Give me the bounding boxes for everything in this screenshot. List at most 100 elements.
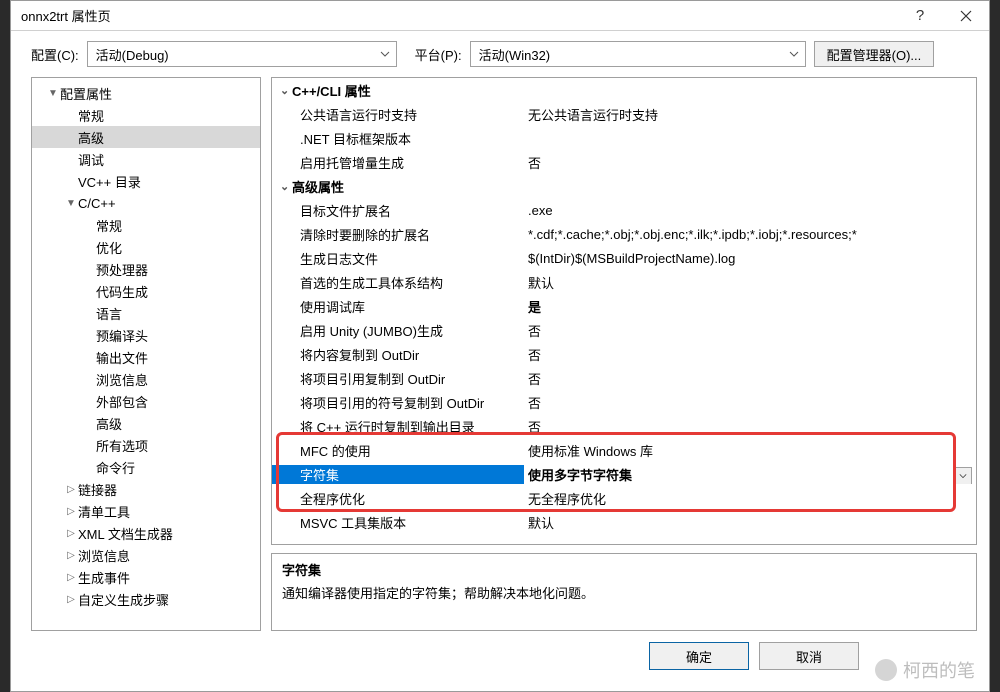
property-name: 字符集 <box>272 465 524 484</box>
tree-item[interactable]: 高级 <box>32 412 260 434</box>
property-grid[interactable]: ⌄C++/CLI 属性公共语言运行时支持无公共语言运行时支持.NET 目标框架版… <box>271 77 977 545</box>
property-name: 启用 Unity (JUMBO)生成 <box>272 321 524 340</box>
tree-item[interactable]: 外部包含 <box>32 390 260 412</box>
collapse-icon[interactable]: ⌄ <box>272 84 288 97</box>
property-value[interactable]: 默认 <box>524 273 976 292</box>
expanded-icon[interactable]: ▼ <box>64 198 78 209</box>
property-name: 启用托管增量生成 <box>272 153 524 172</box>
property-value[interactable]: 默认 <box>524 513 976 532</box>
property-value[interactable]: 使用多字节字符集 <box>524 465 976 484</box>
property-row[interactable]: 启用 Unity (JUMBO)生成否 <box>272 318 976 342</box>
dropdown-button[interactable] <box>954 467 972 484</box>
tree-item-label: 自定义生成步骤 <box>78 590 169 609</box>
tree-item[interactable]: ▼C/C++ <box>32 192 260 214</box>
tree-item[interactable]: 常规 <box>32 104 260 126</box>
category-label: C++/CLI 属性 <box>288 81 528 100</box>
help-title: 字符集 <box>282 560 966 579</box>
tree-item[interactable]: 所有选项 <box>32 434 260 456</box>
ok-button[interactable]: 确定 <box>649 642 749 670</box>
collapsed-icon[interactable]: ▷ <box>64 528 78 539</box>
tree-item-label: 调试 <box>78 150 104 169</box>
tree-item[interactable]: ▼配置属性 <box>32 82 260 104</box>
property-value[interactable]: 无全程序优化 <box>524 489 976 508</box>
config-manager-button[interactable]: 配置管理器(O)... <box>814 41 935 67</box>
property-row[interactable]: 将内容复制到 OutDir否 <box>272 342 976 366</box>
collapsed-icon[interactable]: ▷ <box>64 484 78 495</box>
property-value[interactable]: 否 <box>524 345 976 364</box>
property-value[interactable]: 否 <box>524 153 976 172</box>
tree-item[interactable]: 命令行 <box>32 456 260 478</box>
property-row[interactable]: 将项目引用的符号复制到 OutDir否 <box>272 390 976 414</box>
collapsed-icon[interactable]: ▷ <box>64 506 78 517</box>
main-area: ▼配置属性常规高级调试VC++ 目录▼C/C++常规优化预处理器代码生成语言预编… <box>11 77 989 631</box>
property-row[interactable]: 启用托管增量生成否 <box>272 150 976 174</box>
collapsed-icon[interactable]: ▷ <box>64 572 78 583</box>
tree-item[interactable]: VC++ 目录 <box>32 170 260 192</box>
tree-item-label: 常规 <box>78 106 104 125</box>
property-row[interactable]: 生成日志文件$(IntDir)$(MSBuildProjectName).log <box>272 246 976 270</box>
collapse-icon[interactable]: ⌄ <box>272 180 288 193</box>
collapsed-icon[interactable]: ▷ <box>64 550 78 561</box>
close-button[interactable] <box>943 1 989 31</box>
help-button[interactable]: ? <box>897 1 943 31</box>
property-value[interactable]: 否 <box>524 321 976 340</box>
cancel-button[interactable]: 取消 <box>759 642 859 670</box>
tree-item[interactable]: 常规 <box>32 214 260 236</box>
tree-item[interactable]: ▷链接器 <box>32 478 260 500</box>
tree-item-label: 高级 <box>96 414 122 433</box>
tree-item[interactable]: 预处理器 <box>32 258 260 280</box>
expanded-icon[interactable]: ▼ <box>46 88 60 99</box>
property-category[interactable]: ⌄C++/CLI 属性 <box>272 78 976 102</box>
tree-item[interactable]: 高级 <box>32 126 260 148</box>
property-row[interactable]: 公共语言运行时支持无公共语言运行时支持 <box>272 102 976 126</box>
property-row[interactable]: 使用调试库是 <box>272 294 976 318</box>
dialog-footer: 确定 取消 应用 <box>11 631 989 681</box>
tree-item-label: 语言 <box>96 304 122 323</box>
tree-item[interactable]: ▷生成事件 <box>32 566 260 588</box>
property-value[interactable]: 使用标准 Windows 库 <box>524 441 976 460</box>
property-row[interactable]: 将项目引用复制到 OutDir否 <box>272 366 976 390</box>
category-tree[interactable]: ▼配置属性常规高级调试VC++ 目录▼C/C++常规优化预处理器代码生成语言预编… <box>31 77 261 631</box>
property-row[interactable]: 清除时要删除的扩展名*.cdf;*.cache;*.obj;*.obj.enc;… <box>272 222 976 246</box>
help-description: 通知编译器使用指定的字符集；帮助解决本地化问题。 <box>282 583 966 602</box>
tree-item[interactable]: 优化 <box>32 236 260 258</box>
property-value[interactable]: 否 <box>524 369 976 388</box>
property-name: 将内容复制到 OutDir <box>272 345 524 364</box>
config-value: 活动(Debug) <box>96 45 380 64</box>
property-category[interactable]: ⌄高级属性 <box>272 174 976 198</box>
property-row[interactable]: .NET 目标框架版本 <box>272 126 976 150</box>
property-value[interactable]: 无公共语言运行时支持 <box>524 105 976 124</box>
property-value[interactable]: 否 <box>524 417 976 436</box>
property-row[interactable]: MSVC 工具集版本默认 <box>272 510 976 534</box>
tree-item[interactable]: 代码生成 <box>32 280 260 302</box>
property-value[interactable]: $(IntDir)$(MSBuildProjectName).log <box>524 251 976 266</box>
property-row[interactable]: 字符集使用多字节字符集 <box>272 462 976 486</box>
tree-item[interactable]: ▷自定义生成步骤 <box>32 588 260 610</box>
property-row[interactable]: 目标文件扩展名.exe <box>272 198 976 222</box>
tree-item[interactable]: 调试 <box>32 148 260 170</box>
collapsed-icon[interactable]: ▷ <box>64 594 78 605</box>
property-row[interactable]: 首选的生成工具体系结构默认 <box>272 270 976 294</box>
tree-item[interactable]: 语言 <box>32 302 260 324</box>
tree-item[interactable]: 预编译头 <box>32 324 260 346</box>
platform-combo[interactable]: 活动(Win32) <box>470 41 806 67</box>
tree-item[interactable]: ▷XML 文档生成器 <box>32 522 260 544</box>
tree-item[interactable]: 输出文件 <box>32 346 260 368</box>
help-panel: 字符集 通知编译器使用指定的字符集；帮助解决本地化问题。 <box>271 553 977 631</box>
chevron-down-icon <box>380 49 390 59</box>
tree-item[interactable]: 浏览信息 <box>32 368 260 390</box>
property-value[interactable]: *.cdf;*.cache;*.obj;*.obj.enc;*.ilk;*.ip… <box>524 227 976 242</box>
property-value[interactable]: 否 <box>524 393 976 412</box>
property-row[interactable]: 将 C++ 运行时复制到输出目录否 <box>272 414 976 438</box>
tree-item[interactable]: ▷清单工具 <box>32 500 260 522</box>
property-row[interactable]: 全程序优化无全程序优化 <box>272 486 976 510</box>
tree-item[interactable]: ▷浏览信息 <box>32 544 260 566</box>
property-row[interactable]: MFC 的使用使用标准 Windows 库 <box>272 438 976 462</box>
property-value[interactable]: 是 <box>524 297 976 316</box>
config-combo[interactable]: 活动(Debug) <box>87 41 397 67</box>
property-name: 生成日志文件 <box>272 249 524 268</box>
tree-item-label: 高级 <box>78 128 104 147</box>
tree-item-label: 常规 <box>96 216 122 235</box>
tree-item-label: 预编译头 <box>96 326 148 345</box>
property-value[interactable]: .exe <box>524 203 976 218</box>
